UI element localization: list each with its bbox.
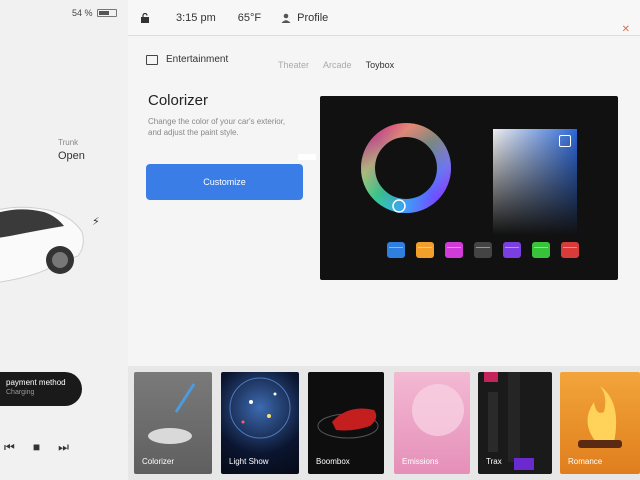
profile-button[interactable]: Profile	[297, 12, 328, 24]
status-bar: 3:15 pm 65°F Profile ✕	[128, 0, 640, 36]
payment-method-button[interactable]: payment method Charging	[0, 372, 82, 406]
car-icon[interactable]	[0, 196, 86, 288]
app-label: Emissions	[402, 457, 439, 466]
color-swatches	[387, 242, 579, 258]
trunk-status[interactable]: Open	[58, 150, 85, 162]
section-header: Entertainment	[146, 54, 228, 65]
charging-bolt-icon: ⚡	[92, 216, 100, 228]
swatch-purple[interactable]	[503, 242, 521, 258]
app-card-light-show[interactable]: Light Show	[221, 372, 299, 474]
entertainment-panel: Entertainment Theater Arcade Toybox Colo…	[128, 36, 640, 366]
saturation-value-picker[interactable]	[493, 129, 577, 235]
swatch-orange[interactable]	[416, 242, 434, 258]
swatch-green[interactable]	[532, 242, 550, 258]
section-title: Entertainment	[166, 54, 229, 65]
app-label: Boombox	[316, 457, 350, 466]
tab-theater[interactable]: Theater	[278, 60, 309, 70]
entertainment-icon	[146, 54, 158, 65]
hue-ring[interactable]	[360, 122, 452, 214]
customize-button[interactable]: Customize	[146, 164, 303, 200]
payment-method-sub: Charging	[6, 389, 35, 396]
close-icon[interactable]: ✕	[622, 24, 630, 35]
app-label: Colorizer	[142, 457, 175, 466]
battery-percent: 54 %	[72, 8, 93, 18]
battery-status: 54 %	[72, 8, 117, 18]
page-title: Colorizer	[148, 92, 209, 109]
payment-method-label: payment method	[6, 378, 66, 387]
stop-icon[interactable]: ■	[33, 440, 40, 455]
app-card-trax[interactable]: Trax	[478, 372, 552, 474]
app-label: Romance	[568, 457, 603, 466]
clock: 3:15 pm	[176, 11, 216, 24]
tab-bar: Theater Arcade Toybox	[278, 60, 394, 70]
battery-icon	[96, 9, 117, 17]
outside-temperature: 65°F	[237, 11, 262, 24]
swatch-black[interactable]	[474, 242, 492, 258]
app-label: Light Show	[229, 457, 269, 466]
car-panel: 54 % Trunk Open ⚡ payment method Chargin…	[0, 0, 128, 480]
screen: 54 % Trunk Open ⚡ payment method Chargin…	[0, 0, 640, 480]
lock-icon[interactable]	[140, 12, 150, 23]
app-card-romance[interactable]: Romance	[560, 372, 640, 474]
toybox-carousel: Colorizer Light Show Boombox Emissions T…	[128, 366, 640, 480]
trunk-label[interactable]: Trunk	[58, 138, 78, 147]
saturation-handle[interactable]	[559, 135, 571, 147]
next-track-icon[interactable]: ⏭	[58, 440, 69, 455]
tab-arcade[interactable]: Arcade	[323, 60, 352, 70]
app-card-colorizer[interactable]: Colorizer	[134, 372, 212, 474]
page-description: Change the color of your car's exterior,…	[148, 117, 286, 137]
swatch-magenta[interactable]	[445, 242, 463, 258]
tab-toybox[interactable]: Toybox	[366, 60, 395, 70]
app-card-boombox[interactable]: Boombox	[308, 372, 384, 474]
swatch-blue[interactable]	[387, 242, 405, 258]
app-card-emissions[interactable]: Emissions	[394, 372, 470, 474]
profile-icon[interactable]	[281, 13, 291, 23]
color-picker	[320, 96, 618, 280]
app-label: Trax	[486, 457, 502, 466]
panel-handle	[298, 154, 316, 160]
previous-track-icon[interactable]: ⏮	[4, 440, 15, 455]
swatch-red[interactable]	[561, 242, 579, 258]
media-controls: ⏮ ■ ⏭	[4, 440, 69, 455]
